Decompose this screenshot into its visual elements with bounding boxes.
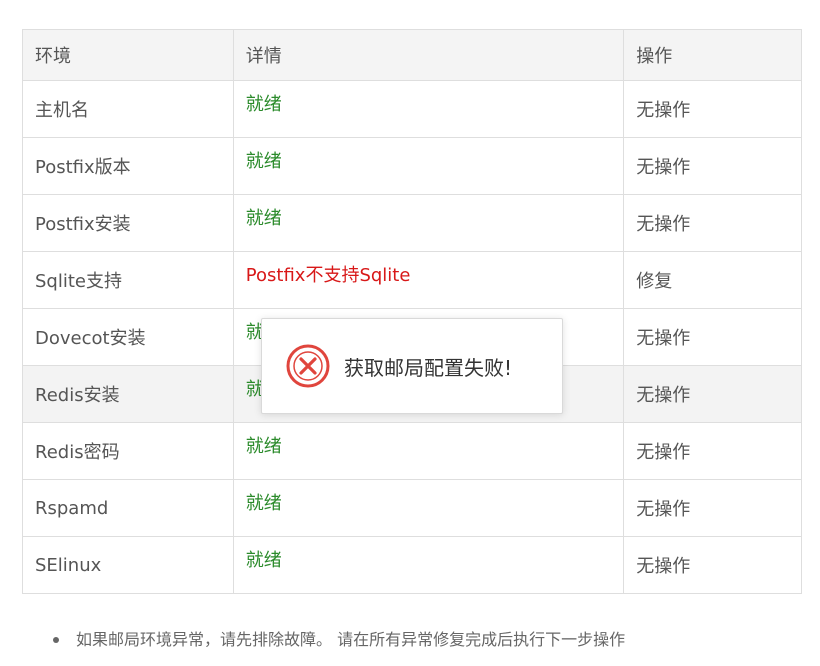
- no-operation-text: 无操作: [623, 80, 802, 138]
- details-cell: 就绪: [232, 422, 625, 480]
- note-item: 如果邮局环境异常，请先排除故障。 请在所有异常修复完成后执行下一步操作: [50, 626, 625, 654]
- details-cell: 就绪: [232, 137, 625, 195]
- header-environment: 环境: [22, 29, 234, 81]
- environment-cell: Sqlite支持: [22, 251, 234, 309]
- toast-message: 获取邮局配置失败!: [344, 355, 513, 380]
- no-operation-text: 无操作: [623, 137, 802, 195]
- table-row: Postfix版本 就绪 无操作: [22, 137, 802, 195]
- repair-link[interactable]: 修复: [623, 251, 802, 309]
- notes-list: 如果邮局环境异常，请先排除故障。 请在所有异常修复完成后执行下一步操作: [50, 626, 625, 654]
- details-cell: 就绪: [232, 80, 625, 138]
- details-cell: 就绪: [232, 536, 625, 594]
- no-operation-text: 无操作: [623, 308, 802, 366]
- table-row: Postfix安装 就绪 无操作: [22, 194, 802, 252]
- table-row: 主机名 就绪 无操作: [22, 80, 802, 138]
- error-circle-icon: [286, 344, 330, 388]
- details-cell: 就绪: [232, 479, 625, 537]
- table-header-row: 环境 详情 操作: [22, 29, 802, 81]
- bullet-icon: [53, 637, 59, 643]
- no-operation-text: 无操作: [623, 365, 802, 423]
- header-details: 详情: [232, 29, 625, 81]
- status-ready-text: 就绪: [245, 208, 282, 229]
- environment-cell: Redis密码: [22, 422, 234, 480]
- environment-cell: Postfix版本: [22, 137, 234, 195]
- table-row: Sqlite支持 Postfix不支持Sqlite 修复: [22, 251, 802, 309]
- no-operation-text: 无操作: [623, 422, 802, 480]
- status-ready-text: 就绪: [245, 493, 282, 514]
- environment-cell: Rspamd: [22, 479, 234, 537]
- table-row: Redis密码 就绪 无操作: [22, 422, 802, 480]
- environment-cell: 主机名: [22, 80, 234, 138]
- table-row: SElinux 就绪 无操作: [22, 536, 802, 594]
- environment-cell: Postfix安装: [22, 194, 234, 252]
- environment-cell: Redis安装: [22, 365, 234, 423]
- status-ready-text: 就绪: [245, 550, 282, 571]
- environment-cell: Dovecot安装: [22, 308, 234, 366]
- table-row: Rspamd 就绪 无操作: [22, 479, 802, 537]
- no-operation-text: 无操作: [623, 194, 802, 252]
- status-ready-text: 就绪: [245, 436, 282, 457]
- note-text: 如果邮局环境异常，请先排除故障。 请在所有异常修复完成后执行下一步操作: [76, 630, 626, 649]
- environment-cell: SElinux: [22, 536, 234, 594]
- error-toast: 获取邮局配置失败!: [261, 318, 563, 414]
- status-ready-text: 就绪: [245, 94, 282, 115]
- status-ready-text: 就绪: [245, 151, 282, 172]
- no-operation-text: 无操作: [623, 536, 802, 594]
- details-cell: Postfix不支持Sqlite: [232, 251, 625, 309]
- header-operation: 操作: [623, 29, 802, 81]
- status-error-text: Postfix不支持Sqlite: [245, 265, 411, 286]
- details-cell: 就绪: [232, 194, 625, 252]
- no-operation-text: 无操作: [623, 479, 802, 537]
- environment-table: 环境 详情 操作 主机名 就绪 无操作 Postfix版本 就绪 无操作 Postfix安装…: [22, 29, 802, 594]
